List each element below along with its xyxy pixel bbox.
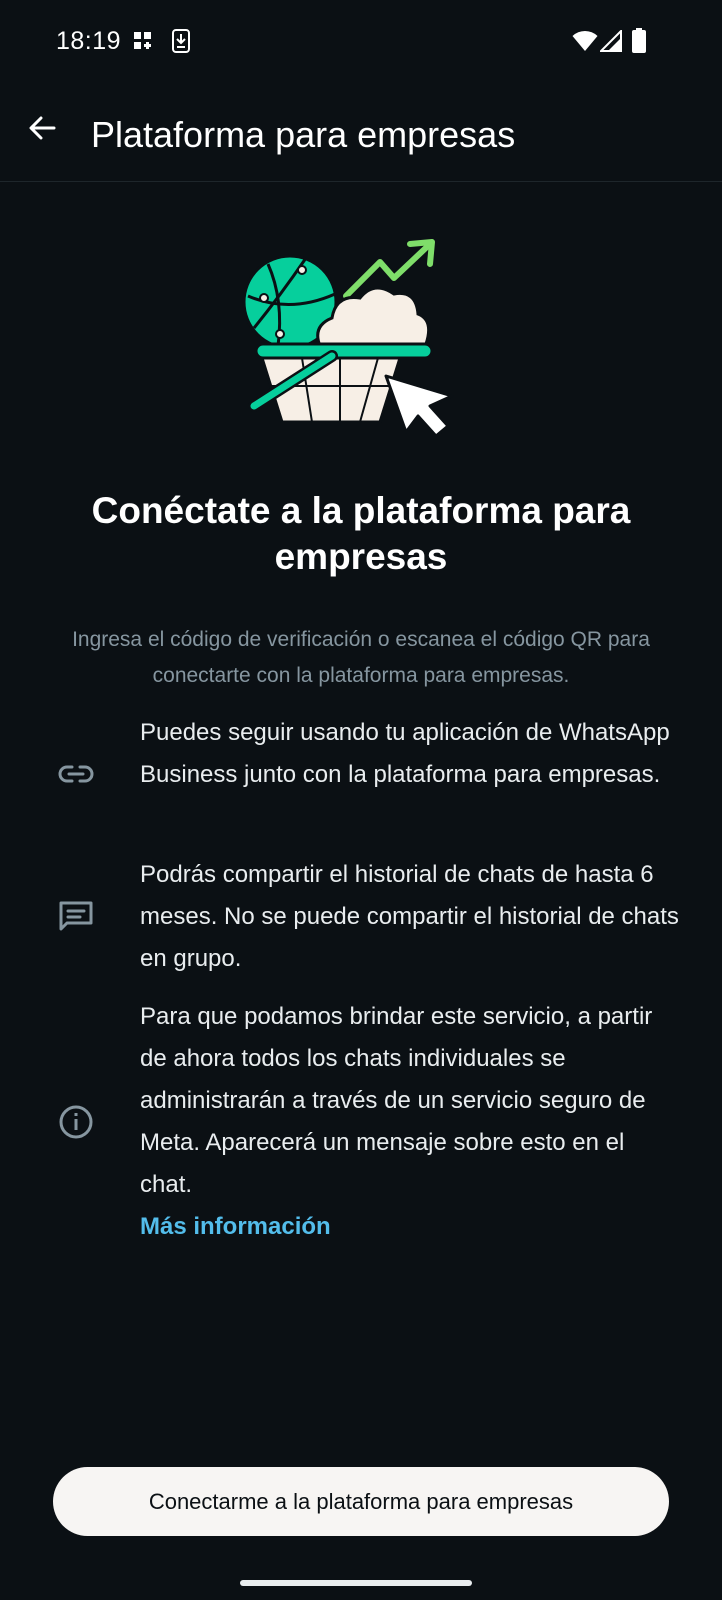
- app-bar: Plataforma para empresas: [0, 84, 722, 182]
- info-text: Para que podamos brindar este servicio, …: [140, 1003, 653, 1198]
- home-indicator: [240, 1580, 472, 1586]
- status-time: 18:19: [56, 27, 122, 55]
- info-item-meta-service: Para que podamos brindar este servicio, …: [0, 996, 722, 1256]
- battery-icon: [632, 28, 646, 58]
- back-button[interactable]: [18, 104, 66, 152]
- signal-icon: [598, 28, 622, 57]
- arrow-back-icon: [29, 116, 56, 140]
- status-bar: 18:19: [0, 0, 722, 84]
- connect-subtext: Ingresa el código de verificación o esca…: [72, 628, 650, 687]
- more-info-link[interactable]: Más información: [140, 1206, 680, 1248]
- info-text: Podrás compartir el historial de chats d…: [140, 861, 679, 972]
- info-text: Puedes seguir usando tu aplicación de Wh…: [140, 719, 670, 788]
- info-icon: [56, 1102, 96, 1142]
- chat-history-icon: [56, 896, 96, 936]
- connect-button[interactable]: Conectarme a la plataforma para empresas: [53, 1467, 669, 1536]
- info-text-block: Para que podamos brindar este servicio, …: [140, 996, 680, 1248]
- info-item-business-app: Puedes seguir usando tu aplicación de Wh…: [0, 712, 722, 842]
- download-notification-icon: [172, 29, 190, 58]
- link-icon: [56, 754, 96, 794]
- wifi-icon: [572, 30, 598, 57]
- info-item-chat-history: Podrás compartir el historial de chats d…: [0, 854, 722, 984]
- grid-notification-icon: [134, 32, 152, 55]
- page-title: Plataforma para empresas: [91, 114, 516, 155]
- screen: 18:19 Plataforma para empresas Conéctate…: [0, 0, 722, 1600]
- globe-cloud-basket-illustration: [240, 236, 466, 448]
- connect-heading: Conéctate a la plataforma para empresas: [91, 490, 631, 577]
